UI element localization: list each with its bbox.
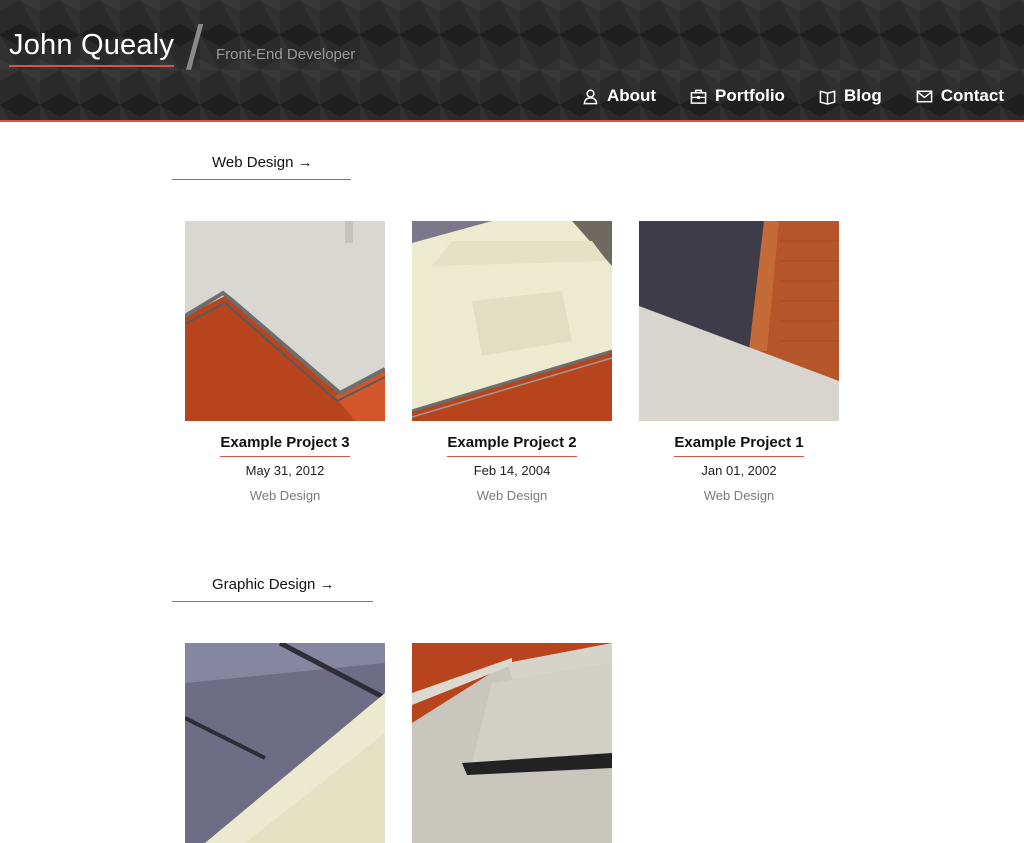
project-thumbnail[interactable]: [412, 643, 612, 843]
nav-blog[interactable]: Blog: [819, 86, 882, 106]
nav-contact-label: Contact: [940, 86, 1004, 105]
nav-portfolio[interactable]: Portfolio: [690, 86, 785, 106]
project-title[interactable]: Example Project 2: [447, 434, 577, 457]
project-card[interactable]: Example Project 2 Feb 14, 2004 Web Desig…: [412, 221, 612, 503]
nav-about[interactable]: About: [582, 86, 656, 106]
project-category[interactable]: Web Design: [639, 488, 839, 503]
envelope-icon: [916, 90, 933, 102]
project-category[interactable]: Web Design: [412, 488, 612, 503]
project-thumbnail[interactable]: [185, 643, 385, 843]
project-card[interactable]: Example Project 1 Jan 01, 2002 Web Desig…: [639, 221, 839, 503]
site-tagline: Front-End Developer: [216, 46, 356, 63]
nav-about-label: About: [606, 86, 657, 105]
project-thumbnail[interactable]: [185, 221, 385, 421]
project-date: May 31, 2012: [245, 463, 325, 478]
section-heading-graphic-design[interactable]: Graphic Design →: [172, 574, 373, 602]
project-category[interactable]: Web Design: [185, 488, 385, 503]
project-title[interactable]: Example Project 1: [674, 434, 804, 457]
title-separator: /: [186, 14, 204, 83]
person-icon: [583, 89, 598, 104]
project-card[interactable]: [412, 643, 612, 843]
project-title[interactable]: Example Project 3: [220, 434, 350, 457]
project-thumbnail[interactable]: [412, 221, 612, 421]
nav-portfolio-label: Portfolio: [715, 86, 785, 105]
nav-blog-label: Blog: [843, 86, 882, 105]
project-date: Feb 14, 2004: [473, 463, 551, 478]
main-nav: About Portfolio Blog Contact: [548, 86, 1004, 106]
project-date: Jan 01, 2002: [701, 463, 777, 478]
briefcase-icon: [690, 89, 707, 104]
nav-contact[interactable]: Contact: [916, 86, 1004, 106]
project-card[interactable]: Example Project 3 May 31, 2012 Web Desig…: [185, 221, 385, 503]
project-thumbnail[interactable]: [639, 221, 839, 421]
site-header: John Quealy / Front-End Developer About …: [0, 0, 1024, 122]
book-icon: [819, 90, 836, 105]
site-title-link[interactable]: John Quealy: [9, 28, 175, 67]
project-card[interactable]: [185, 643, 385, 843]
section-heading-web-design[interactable]: Web Design →: [172, 152, 351, 180]
